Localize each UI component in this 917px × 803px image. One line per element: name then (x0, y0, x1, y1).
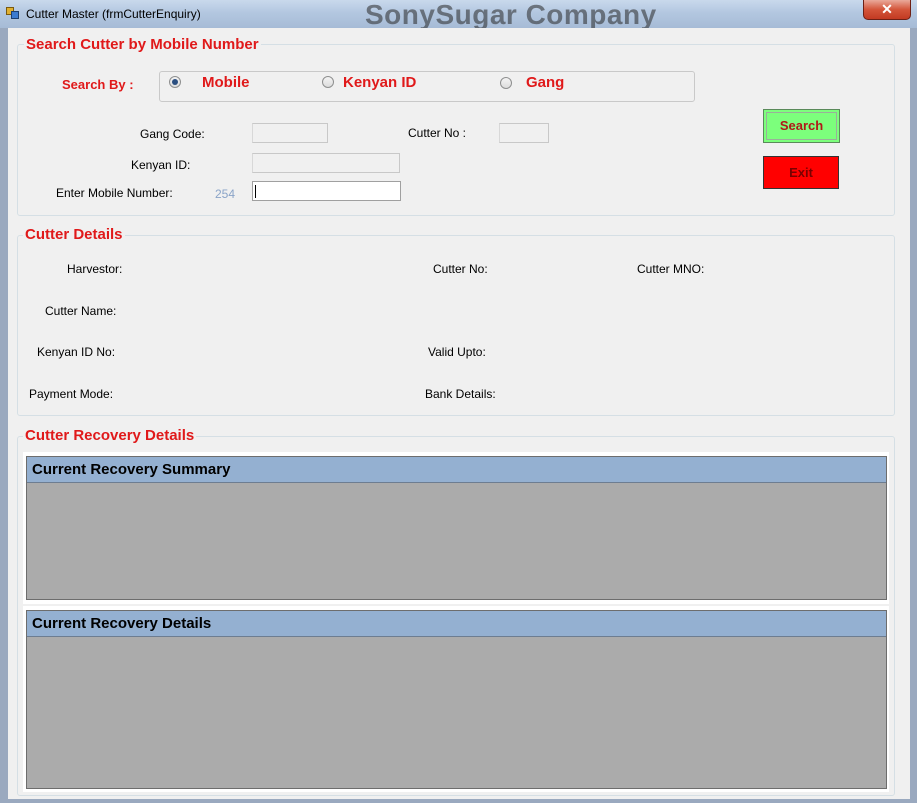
mobile-country-code: 254 (215, 187, 236, 201)
title-bar: Cutter Master (frmCutterEnquiry) SonySug… (0, 0, 917, 30)
exit-button[interactable]: Exit (763, 156, 839, 189)
recovery-group-title: Cutter Recovery Details (23, 427, 197, 444)
window-title: Cutter Master (frmCutterEnquiry) (26, 7, 201, 21)
cutter-name-label: Cutter Name: (45, 304, 117, 318)
radio-mobile[interactable] (169, 76, 181, 88)
radio-gang-label[interactable]: Gang (526, 74, 564, 91)
harvestor-label: Harvestor: (67, 262, 123, 276)
bank-details-label: Bank Details: (425, 387, 496, 401)
app-icon (6, 7, 20, 20)
radio-gang[interactable] (500, 77, 512, 89)
company-watermark: SonySugar Company (365, 0, 657, 30)
mobile-number-label: Enter Mobile Number: (56, 186, 173, 200)
kenyan-id-label: Kenyan ID: (131, 158, 191, 172)
mobile-number-input[interactable] (252, 181, 401, 201)
close-button[interactable]: ✕ (863, 0, 911, 20)
kenyan-id-field[interactable] (252, 153, 400, 173)
cutter-mno-label: Cutter MNO: (637, 262, 705, 276)
cutter-no-search-label: Cutter No : (408, 126, 467, 140)
cutter-details-title: Cutter Details (23, 226, 125, 243)
gang-code-field[interactable] (252, 123, 328, 143)
cutter-no-label: Cutter No: (433, 262, 488, 276)
search-button[interactable]: Search (763, 109, 840, 143)
gang-code-label: Gang Code: (140, 127, 205, 141)
cutter-no-search-field[interactable] (499, 123, 549, 143)
search-group-title: Search Cutter by Mobile Number (24, 36, 261, 53)
text-caret (255, 185, 256, 198)
radio-mobile-label[interactable]: Mobile (202, 74, 250, 91)
search-by-label: Search By : (62, 77, 134, 92)
radio-kenyan-id-label[interactable]: Kenyan ID (343, 74, 416, 91)
recovery-details-panel: Current Recovery Details (26, 610, 887, 789)
form-body: Search Cutter by Mobile Number Search By… (8, 28, 910, 799)
payment-mode-label: Payment Mode: (29, 387, 114, 401)
kenyan-id-no-label: Kenyan ID No: (37, 345, 116, 359)
recovery-summary-header: Current Recovery Summary (27, 457, 886, 483)
radio-kenyan-id[interactable] (322, 76, 334, 88)
recovery-details-header: Current Recovery Details (27, 611, 886, 637)
recovery-summary-panel: Current Recovery Summary (26, 456, 887, 600)
valid-upto-label: Valid Upto: (428, 345, 486, 359)
